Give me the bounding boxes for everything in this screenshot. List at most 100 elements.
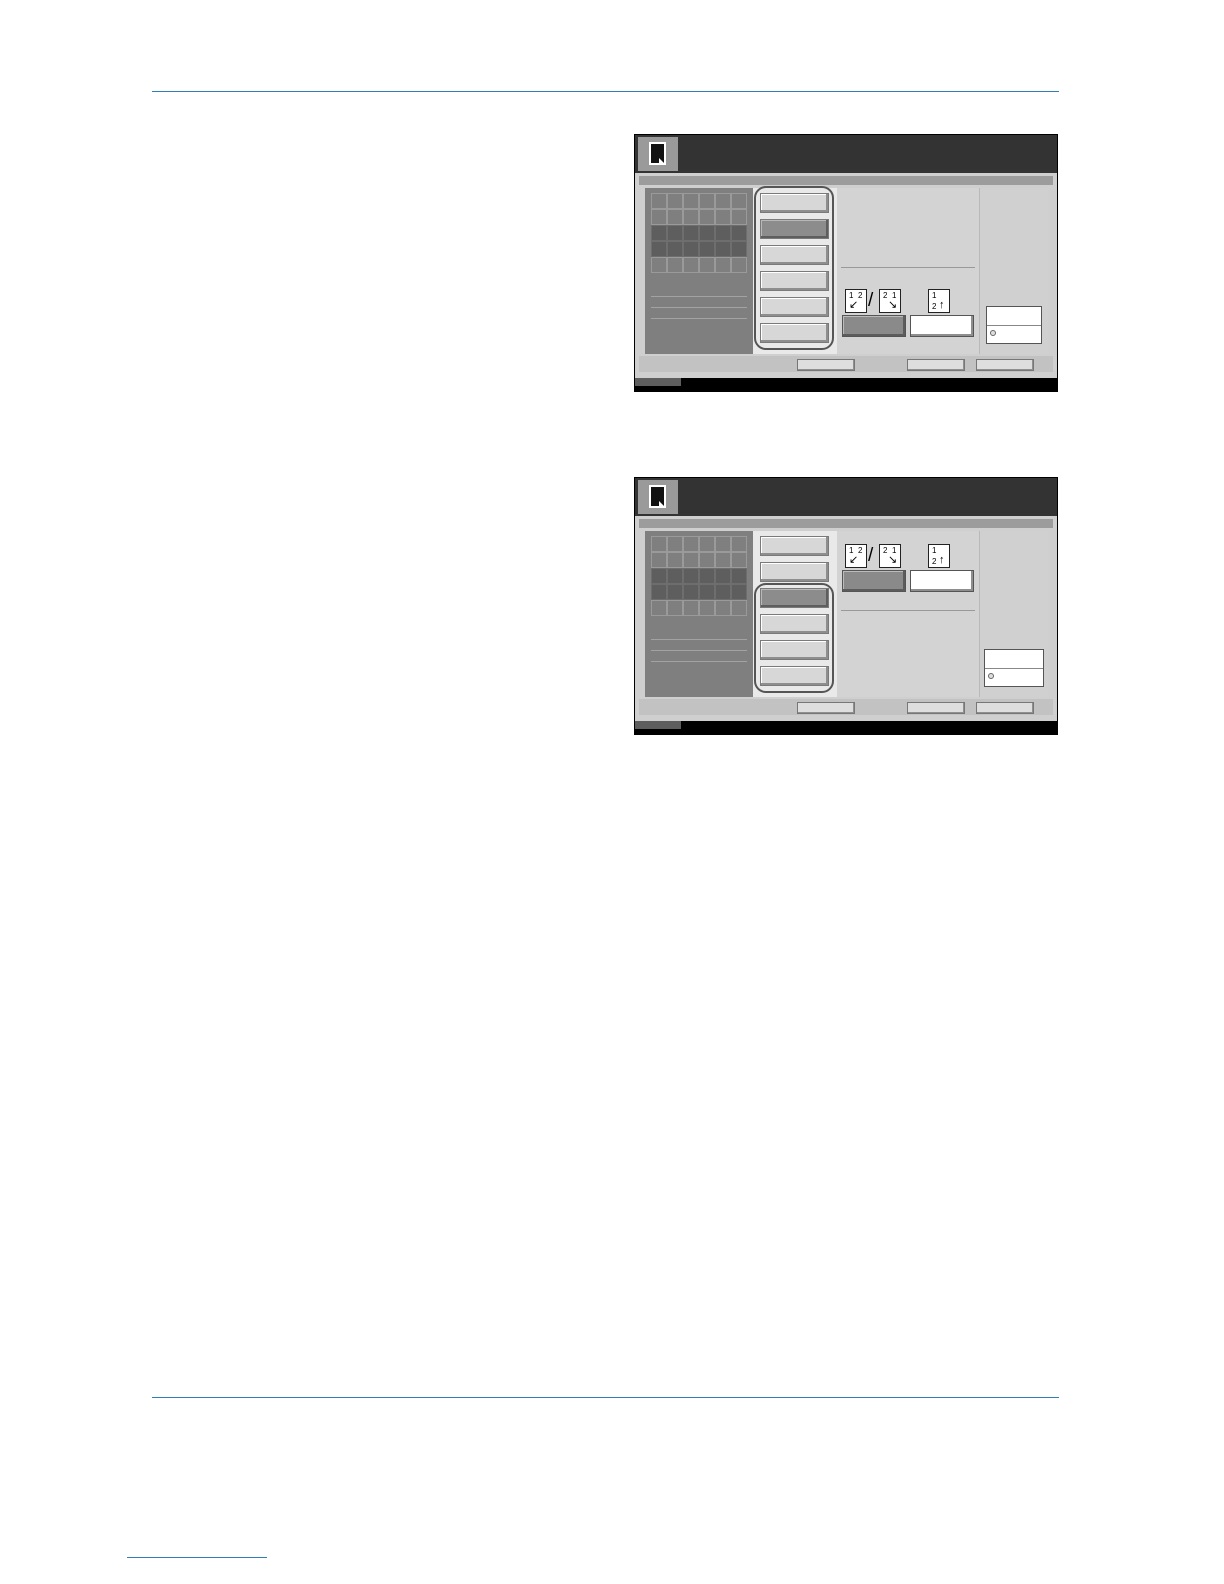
footer-rule [152,1397,1059,1398]
grid-cell [683,209,699,225]
side-button-6[interactable] [760,666,829,686]
grid-cell [651,536,667,552]
preview-thumbnail [645,531,753,697]
side-button-1[interactable] [760,193,829,213]
grid-cell [683,584,699,600]
side-button-2[interactable] [760,562,829,582]
thumbnail-line [651,650,747,651]
grid-cell [731,600,747,616]
grid-cell [667,241,683,257]
side-button-3[interactable] [760,245,829,265]
grid-cell [731,257,747,273]
slash-separator: / [868,545,874,566]
side-button-column [753,531,837,697]
grid-cell [731,536,747,552]
side-button-column [753,186,837,354]
status-panel [979,188,1048,354]
thumbnail-line [651,307,747,308]
thumbnail-line [651,661,747,662]
option-button-2[interactable] [910,570,974,592]
grid-cell [699,584,715,600]
grid-cell [667,209,683,225]
side-button-4[interactable] [760,614,829,634]
header-rule [152,91,1059,92]
preview-grid [651,193,747,285]
grid-cell [667,193,683,209]
option-button-1[interactable] [842,315,906,337]
touch-panel-screen-1: 1 2 ↙ / 2 1 ↘ 1 2 ↑ [634,134,1058,392]
grid-cell [667,225,683,241]
right-binding-icon: 2 1 ↘ [879,544,901,568]
status-indicator-icon [988,673,994,679]
screen-title-bar [635,135,1057,173]
side-button-3[interactable] [760,588,829,608]
grid-cell [699,257,715,273]
grid-cell [731,193,747,209]
side-button-2[interactable] [760,219,829,239]
grid-cell [683,257,699,273]
bottom-button-1[interactable] [797,702,855,714]
settings-panel: 1 2 ↙ / 2 1 ↘ 1 2 ↑ [837,188,979,354]
footnote-rule [127,1557,267,1558]
side-button-5[interactable] [760,640,829,660]
bottom-button-3[interactable] [976,359,1034,371]
grid-cell [715,568,731,584]
option-button-2[interactable] [910,315,974,337]
option-button-1[interactable] [842,570,906,592]
grid-cell [683,193,699,209]
bottom-button-2[interactable] [907,359,965,371]
grid-cell [651,257,667,273]
left-binding-icon: 1 2 ↙ [845,289,867,313]
footer-tab [635,378,681,386]
grid-cell [715,225,731,241]
grid-cell [667,584,683,600]
touch-panel-screen-2: 1 2 ↙ / 2 1 ↘ 1 2 ↑ [634,477,1058,735]
status-box [984,649,1044,687]
binding-icon-row: 1 2 ↙ / 2 1 ↘ 1 2 ↑ [843,544,983,570]
bottom-button-3[interactable] [976,702,1034,714]
preview-thumbnail [645,188,753,354]
bottom-button-1[interactable] [797,359,855,371]
grid-cell [731,584,747,600]
grid-cell [715,241,731,257]
grid-cell [667,568,683,584]
screen-content: 1 2 ↙ / 2 1 ↘ 1 2 ↑ [635,516,1057,721]
grid-cell [715,552,731,568]
grid-cell [651,584,667,600]
header-strip [639,519,1053,528]
side-button-6[interactable] [760,323,829,343]
grid-cell [699,600,715,616]
grid-cell [699,241,715,257]
side-button-4[interactable] [760,271,829,291]
grid-cell [683,552,699,568]
left-binding-icon: 1 2 ↙ [845,544,867,568]
settings-panel: 1 2 ↙ / 2 1 ↘ 1 2 ↑ [837,531,979,697]
grid-cell [667,600,683,616]
side-button-1[interactable] [760,536,829,556]
grid-cell [651,193,667,209]
grid-cell [715,536,731,552]
bottom-button-bar [639,356,1053,372]
thumbnail-line [651,639,747,640]
footer-bar [635,378,1057,391]
thumbnail-line [651,318,747,319]
grid-cell [651,225,667,241]
bottom-button-2[interactable] [907,702,965,714]
document-icon-box [638,137,678,171]
status-panel [979,531,1048,697]
grid-cell [699,536,715,552]
grid-cell [731,568,747,584]
thumbnail-line [651,296,747,297]
grid-cell [715,193,731,209]
grid-cell [683,536,699,552]
top-binding-icon: 1 2 ↑ [928,289,950,313]
status-indicator-icon [990,330,996,336]
side-button-5[interactable] [760,297,829,317]
grid-cell [651,209,667,225]
grid-cell [667,257,683,273]
grid-cell [651,552,667,568]
footer-bar [635,721,1057,734]
grid-cell [683,600,699,616]
screen-content: 1 2 ↙ / 2 1 ↘ 1 2 ↑ [635,173,1057,378]
bottom-button-bar [639,699,1053,715]
